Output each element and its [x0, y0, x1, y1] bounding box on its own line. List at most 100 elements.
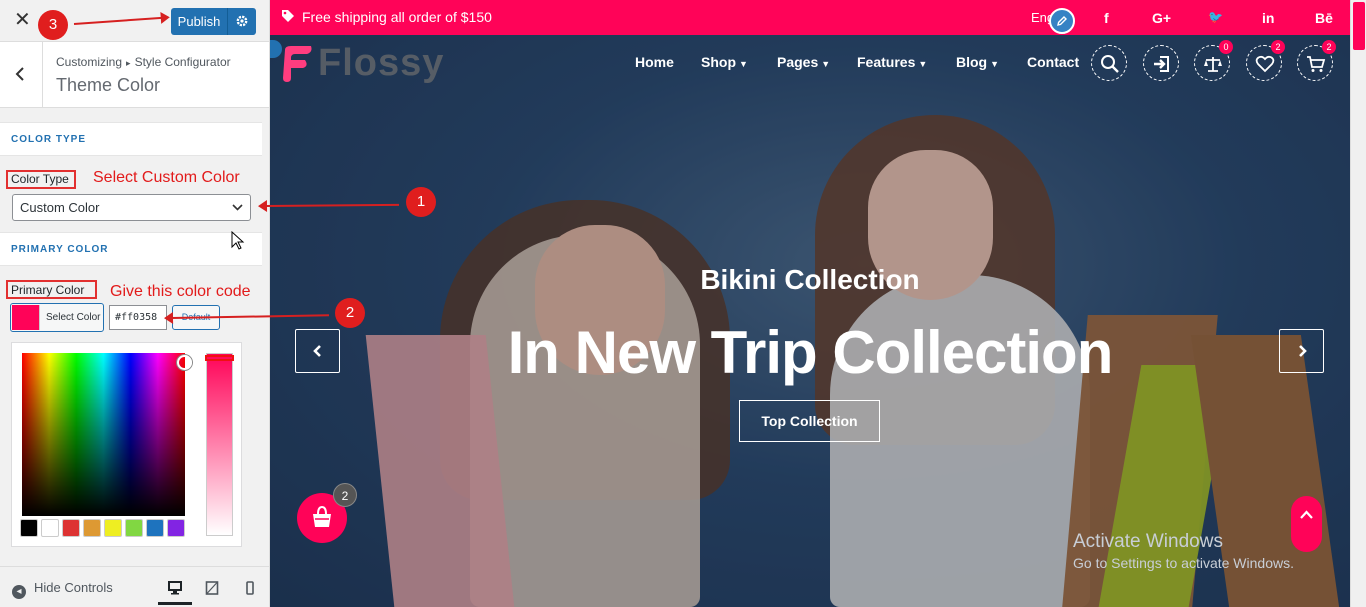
hex-color-input[interactable]: #ff0358 — [109, 305, 167, 330]
wishlist-button[interactable]: 2 — [1246, 40, 1285, 81]
customizer-footer: ◂ Hide Controls — [0, 566, 269, 607]
gear-icon — [236, 15, 248, 27]
palette-swatch[interactable] — [146, 519, 164, 537]
breadcrumb: Customizing ▸ Style Configurator — [56, 55, 231, 69]
chevron-left-icon — [313, 345, 321, 357]
mouse-cursor-icon — [231, 231, 245, 250]
site-preview: Free shipping all order of $150 Eng f G+… — [270, 0, 1350, 607]
nav-item-shop[interactable]: Shop ▼ — [701, 54, 748, 70]
chevron-down-icon: ▼ — [990, 59, 1000, 69]
collapse-icon: ◂ — [12, 585, 26, 599]
chevron-right-icon — [1299, 345, 1307, 357]
tablet-icon — [205, 581, 219, 595]
palette-swatch[interactable] — [125, 519, 143, 537]
scrollbar-thumb[interactable] — [1353, 2, 1365, 50]
mobile-icon — [246, 581, 254, 595]
facebook-icon[interactable]: f — [1104, 10, 1109, 26]
hide-controls-label: Hide Controls — [34, 580, 113, 595]
back-button[interactable] — [0, 42, 43, 108]
palette-swatch[interactable] — [62, 519, 80, 537]
balance-scale-icon — [1204, 57, 1222, 72]
device-desktop-button[interactable] — [158, 575, 192, 605]
nav-item-home[interactable]: Home — [635, 54, 674, 70]
hide-controls-button[interactable]: ◂ Hide Controls — [12, 580, 113, 599]
device-tablet-button[interactable] — [195, 575, 229, 605]
linkedin-icon[interactable]: in — [1262, 10, 1274, 26]
nav-item-label: Blog — [956, 54, 988, 70]
nav-item-blog[interactable]: Blog ▼ — [956, 54, 999, 70]
nav-item-pages[interactable]: Pages ▼ — [777, 54, 830, 70]
twitter-icon[interactable]: 🐦 — [1208, 10, 1223, 24]
scroll-to-top-button[interactable] — [1291, 496, 1322, 552]
annotation-box-color-type — [6, 170, 76, 189]
slider-next-button[interactable] — [1279, 329, 1324, 373]
logo-icon[interactable] — [281, 44, 315, 84]
color-type-select-value: Custom Color — [20, 200, 100, 215]
saturation-area[interactable] — [22, 353, 192, 516]
shopping-bag-icon — [313, 505, 331, 527]
close-icon[interactable]: ✕ — [14, 9, 31, 31]
panel-header: Customizing ▸ Style Configurator Theme Col… — [0, 42, 269, 108]
color-picker — [11, 342, 242, 547]
nav-item-label: Home — [635, 54, 674, 70]
color-type-select[interactable]: Custom Color — [12, 194, 251, 221]
windows-activation-watermark: Activate Windows Go to Settings to activ… — [1073, 531, 1294, 571]
nav-item-label: Pages — [777, 54, 819, 70]
palette-swatch[interactable] — [41, 519, 59, 537]
hero-cta-button[interactable]: Top Collection — [739, 400, 880, 442]
compare-button[interactable]: 0 — [1194, 40, 1233, 81]
annotation-box-primary-color — [6, 280, 97, 299]
activation-line-1: Activate Windows — [1073, 531, 1223, 552]
page-scrollbar[interactable] — [1350, 0, 1366, 607]
floating-cart-count: 2 — [333, 483, 357, 507]
select-color-button[interactable]: Select Color — [10, 303, 104, 332]
cart-button[interactable]: 2 — [1297, 40, 1336, 81]
cart-icon — [1307, 56, 1326, 72]
section-color-type-title: COLOR TYPE — [11, 134, 87, 145]
section-primary-color: PRIMARY COLOR — [0, 232, 262, 266]
activation-line-2: Go to Settings to activate Windows. — [1073, 555, 1294, 571]
nav-item-features[interactable]: Features ▼ — [857, 54, 927, 70]
chevron-left-icon — [15, 67, 24, 81]
logo-text[interactable]: Flossy — [318, 42, 444, 85]
current-color-swatch — [12, 305, 40, 330]
promo-topbar: Free shipping all order of $150 Eng f G+… — [270, 0, 1350, 35]
login-button[interactable] — [1143, 45, 1179, 81]
select-color-label: Select Color — [46, 312, 101, 323]
wishlist-count-badge: 2 — [1271, 40, 1285, 54]
breadcrumb-arrow-icon: ▸ — [126, 58, 131, 68]
google-plus-icon[interactable]: G+ — [1152, 10, 1171, 26]
section-color-type: COLOR TYPE — [0, 122, 262, 156]
nav-item-contact[interactable]: Contact — [1027, 54, 1079, 70]
compare-count-badge: 0 — [1219, 40, 1233, 54]
chevron-down-icon: ▼ — [739, 59, 748, 69]
device-mobile-button[interactable] — [233, 575, 267, 605]
slider-prev-button[interactable] — [295, 329, 340, 373]
sign-in-icon — [1154, 56, 1169, 72]
search-button[interactable] — [1091, 45, 1127, 81]
palette-swatch[interactable] — [104, 519, 122, 537]
chevron-down-icon — [232, 204, 243, 211]
palette-swatch[interactable] — [167, 519, 185, 537]
annotation-step2-text: Give this color code — [110, 283, 251, 300]
saturation-handle[interactable] — [177, 355, 192, 370]
annotation-step2-circle: 2 — [335, 298, 365, 328]
palette-swatch[interactable] — [20, 519, 38, 537]
nav-item-label: Features — [857, 54, 916, 70]
hue-slider-handle[interactable] — [205, 355, 234, 361]
behance-icon[interactable]: Bē — [1315, 10, 1333, 26]
edit-shortcut-button[interactable] — [1049, 8, 1075, 34]
chevron-up-icon — [1300, 510, 1313, 519]
annotation-step1-text: Select Custom Color — [93, 169, 240, 186]
publish-button[interactable]: Publish — [171, 8, 228, 35]
publish-settings-button[interactable] — [228, 8, 256, 35]
palette-swatch[interactable] — [83, 519, 101, 537]
hue-slider[interactable] — [205, 353, 234, 536]
tag-icon — [282, 10, 294, 22]
hero-title: In New Trip Collection — [507, 319, 1114, 386]
promo-text: Free shipping all order of $150 — [302, 9, 492, 25]
cart-count-badge: 2 — [1322, 40, 1336, 54]
nav-item-label: Shop — [701, 54, 736, 70]
heart-icon — [1255, 55, 1275, 73]
customizer-sidebar: ✕ Publish Customizing ▸ Style Configurator… — [0, 0, 270, 607]
